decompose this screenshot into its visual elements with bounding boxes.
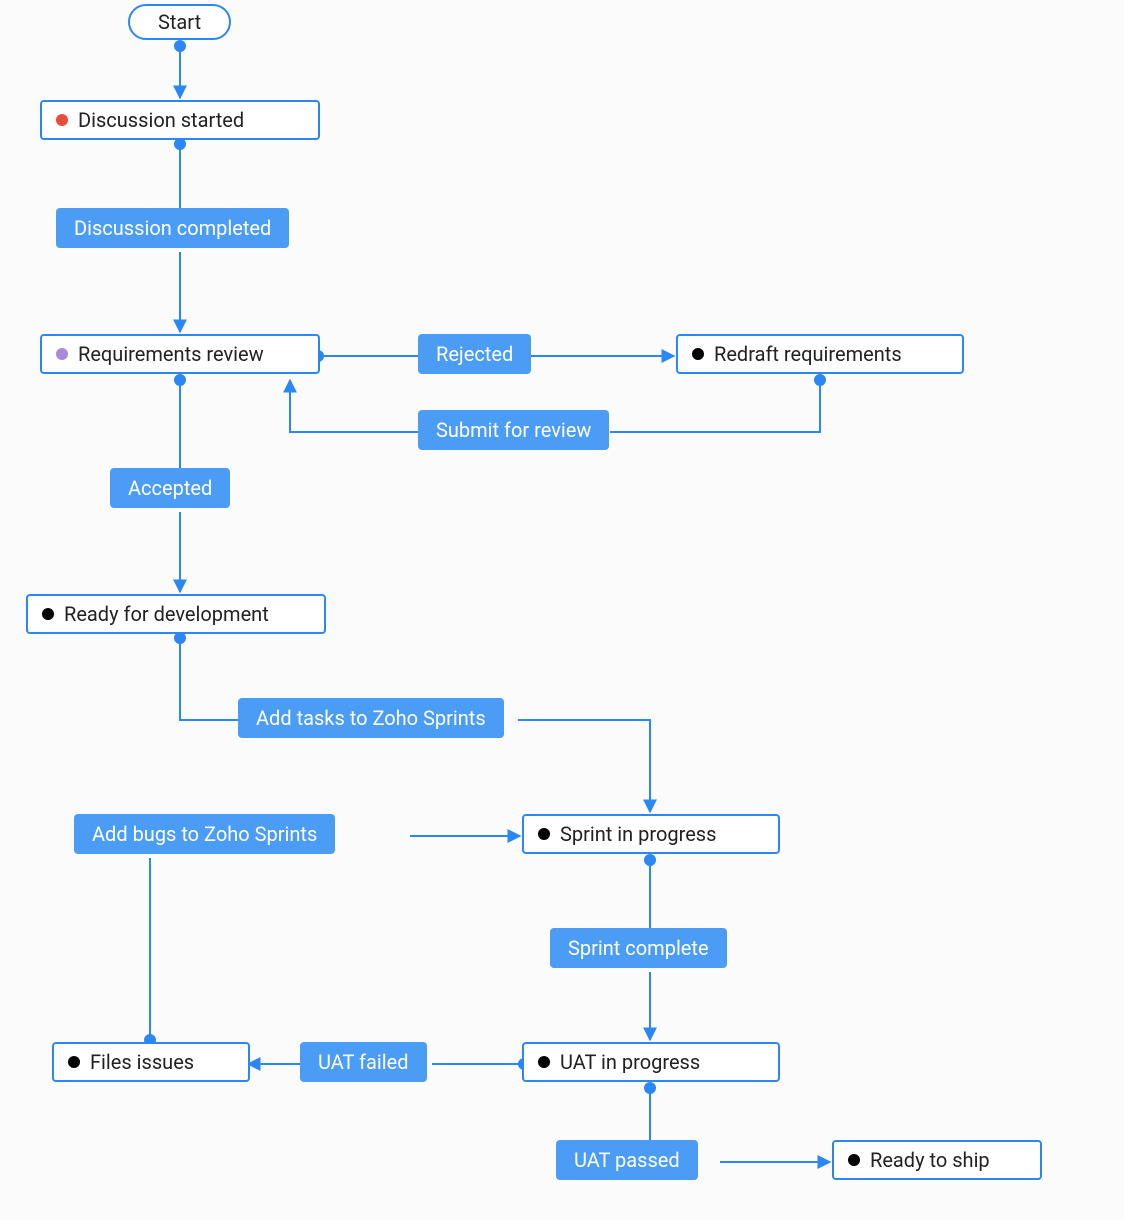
start-node: Start bbox=[128, 4, 231, 40]
transition-rejected: Rejected bbox=[418, 334, 531, 374]
status-requirements-review: Requirements review bbox=[40, 334, 320, 374]
status-label: Requirements review bbox=[78, 344, 264, 364]
status-uat-in-progress: UAT in progress bbox=[522, 1042, 780, 1082]
status-label: Redraft requirements bbox=[714, 344, 902, 364]
status-ready-for-development: Ready for development bbox=[26, 594, 326, 634]
status-label: Ready for development bbox=[64, 604, 269, 624]
status-ready-to-ship: Ready to ship bbox=[832, 1140, 1042, 1180]
status-label: Sprint in progress bbox=[560, 824, 716, 844]
transition-discussion-completed: Discussion completed bbox=[56, 208, 289, 248]
transition-label: Sprint complete bbox=[568, 938, 709, 958]
transition-add-tasks-sprints: Add tasks to Zoho Sprints bbox=[238, 698, 504, 738]
transition-submit-for-review: Submit for review bbox=[418, 410, 609, 450]
status-label: Discussion started bbox=[78, 110, 244, 130]
status-dot-icon bbox=[68, 1056, 80, 1068]
start-label: Start bbox=[158, 12, 201, 32]
status-dot-icon bbox=[848, 1154, 860, 1166]
status-files-issues: Files issues bbox=[52, 1042, 250, 1082]
status-label: UAT in progress bbox=[560, 1052, 700, 1072]
transition-label: Rejected bbox=[436, 344, 513, 364]
transition-label: Accepted bbox=[128, 478, 212, 498]
status-dot-icon bbox=[692, 348, 704, 360]
transition-sprint-complete: Sprint complete bbox=[550, 928, 727, 968]
status-dot-icon bbox=[538, 828, 550, 840]
transition-label: Add tasks to Zoho Sprints bbox=[256, 708, 486, 728]
status-sprint-in-progress: Sprint in progress bbox=[522, 814, 780, 854]
status-label: Files issues bbox=[90, 1052, 194, 1072]
transition-label: Discussion completed bbox=[74, 218, 271, 238]
status-dot-icon bbox=[56, 114, 68, 126]
status-dot-icon bbox=[56, 348, 68, 360]
transition-uat-failed: UAT failed bbox=[300, 1042, 427, 1082]
transition-label: Add bugs to Zoho Sprints bbox=[92, 824, 317, 844]
status-dot-icon bbox=[538, 1056, 550, 1068]
transition-label: Submit for review bbox=[436, 420, 591, 440]
status-label: Ready to ship bbox=[870, 1150, 990, 1170]
status-discussion-started: Discussion started bbox=[40, 100, 320, 140]
status-dot-icon bbox=[42, 608, 54, 620]
status-redraft-requirements: Redraft requirements bbox=[676, 334, 964, 374]
workflow-diagram: Start Discussion started Requirements re… bbox=[0, 0, 1124, 1220]
transition-add-bugs-sprints: Add bugs to Zoho Sprints bbox=[74, 814, 335, 854]
transition-accepted: Accepted bbox=[110, 468, 230, 508]
transition-label: UAT failed bbox=[318, 1052, 409, 1072]
transition-label: UAT passed bbox=[574, 1150, 680, 1170]
transition-uat-passed: UAT passed bbox=[556, 1140, 698, 1180]
